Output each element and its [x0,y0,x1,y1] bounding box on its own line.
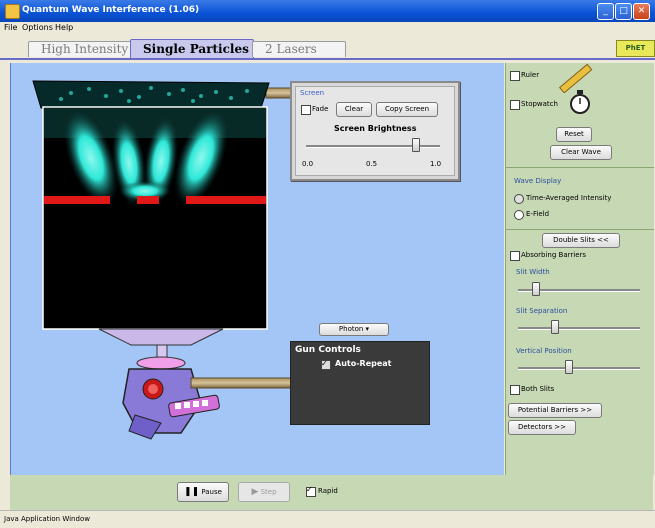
menu-file[interactable]: File [4,23,17,32]
minimize-button[interactable]: _ [597,3,614,20]
phet-logo: PhET [616,40,655,57]
menu-help[interactable]: Help [55,23,73,32]
wave-display-title: Wave Display [514,177,562,185]
tab-2-lasers[interactable]: 2 Lasers [252,41,346,57]
pause-label: Pause [201,488,222,496]
slit-separation-slider-thumb[interactable] [550,320,559,334]
gun-nozzle [98,328,224,346]
tab-bar: High Intensity Single Particles 2 Lasers [0,36,655,60]
slit-width-label: Slit Width [516,268,550,276]
step-icon: ▶ [251,487,259,497]
screen-controls-panel: Screen Fade Clear Copy Screen Screen Bri… [290,81,460,181]
vertical-position-slider-thumb[interactable] [565,360,574,374]
detection-screen [32,80,270,109]
stopwatch-label: Stopwatch [521,100,558,108]
brightness-track [306,145,440,148]
particle-select[interactable]: Photon ▾ [319,323,389,336]
detectors-button[interactable]: Detectors >> [508,420,576,435]
gun-controls-panel: Gun Controls ✓ Auto-Repeat [290,341,430,425]
clear-screen-button[interactable]: Clear [336,102,372,117]
ruler-label: Ruler [521,71,540,79]
fade-checkbox[interactable] [301,105,311,115]
absorbing-barriers-label: Absorbing Barriers [521,251,587,259]
reset-button[interactable]: Reset [556,127,592,142]
both-slits-checkbox[interactable] [510,385,520,395]
ruler-checkbox[interactable] [510,71,520,81]
slit-separation-label: Slit Separation [516,307,568,315]
brightness-tick-0: 0.0 [302,160,314,168]
e-field-radio[interactable] [514,210,524,220]
menu-bar: File Options Help [0,22,655,36]
time-averaged-label: Time-Averaged Intensity [526,194,612,202]
absorbing-barriers-checkbox[interactable] [510,251,520,261]
status-text: Java Application Window [4,515,90,523]
pause-icon: ❚❚ [184,487,200,497]
brightness-slider-thumb[interactable] [411,138,420,152]
window-title: Quantum Wave Interference (1.06) [22,5,200,15]
slit-separation-track [518,327,640,330]
rapid-label: Rapid [318,487,338,495]
auto-repeat-label: Auto-Repeat [335,359,392,368]
step-button[interactable]: ▶ Step [238,482,290,502]
title-bar: Quantum Wave Interference (1.06) _ □ ✕ [0,0,655,22]
clear-wave-button[interactable]: Clear Wave [550,145,612,160]
time-averaged-radio[interactable] [514,194,524,204]
menu-options[interactable]: Options [22,23,53,32]
particle-select-value: Photon [338,325,364,333]
tab-single-particles[interactable]: Single Particles [130,39,254,58]
potential-barriers-button[interactable]: Potential Barriers >> [508,403,602,418]
status-bar: Java Application Window [0,510,655,528]
particle-gun[interactable] [122,356,220,440]
e-field-label: E-Field [526,210,550,218]
tab-high-intensity[interactable]: High Intensity [28,41,142,57]
step-label: Step [260,488,277,496]
gun-controls-title: Gun Controls [295,345,361,355]
control-panel: Ruler Stopwatch Reset Clear Wave Wave Di… [505,63,654,475]
stopwatch-checkbox[interactable] [510,100,520,110]
pause-button[interactable]: ❚❚ Pause [177,482,229,502]
fade-label: Fade [312,105,329,113]
maximize-button[interactable]: □ [615,3,632,20]
brightness-tick-1: 0.5 [366,160,378,168]
close-button[interactable]: ✕ [633,3,650,20]
vertical-position-track [518,367,640,370]
java-app-icon [5,4,20,19]
gun-rod [190,377,292,389]
slit-barrier-right[interactable] [186,196,266,204]
slit-barrier-center[interactable] [137,196,159,204]
slit-width-slider-thumb[interactable] [532,282,541,296]
slit-barrier-left[interactable] [44,196,110,204]
brightness-title: Screen Brightness [334,124,417,133]
double-slits-button[interactable]: Double Slits << [542,233,620,248]
screen-panel-title: Screen [300,89,325,97]
vertical-position-label: Vertical Position [516,347,572,355]
both-slits-label: Both Slits [521,385,555,393]
stopwatch-icon [570,90,590,114]
brightness-tick-2: 1.0 [430,160,442,168]
play-area: Screen Fade Clear Copy Screen Screen Bri… [10,63,504,475]
copy-screen-button[interactable]: Copy Screen [376,102,438,117]
clock-controls: ❚❚ Pause ▶ Step ✓ Rapid [10,475,653,510]
